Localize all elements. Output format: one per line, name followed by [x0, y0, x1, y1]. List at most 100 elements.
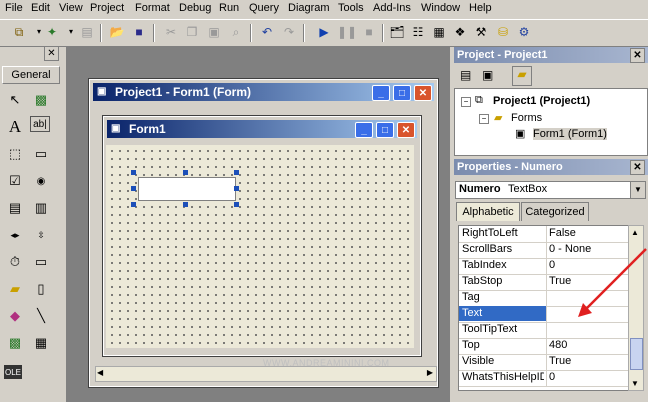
- menu-window[interactable]: Window: [421, 2, 460, 14]
- collapse-icon[interactable]: −: [461, 97, 471, 107]
- scroll-up-icon[interactable]: ▲: [631, 228, 639, 237]
- scroll-down-icon[interactable]: ▼: [631, 379, 639, 388]
- ole-tool-icon[interactable]: OLE: [4, 365, 22, 379]
- picturebox-tool-icon[interactable]: ▩: [30, 89, 52, 111]
- toolbox-tab-general[interactable]: General: [2, 66, 60, 84]
- menu-debug[interactable]: Debug: [179, 2, 211, 14]
- add-form-icon[interactable]: ✦: [43, 24, 61, 40]
- copy-icon[interactable]: ❐: [183, 24, 201, 40]
- form1-title-bar[interactable]: ▣ Form1 _ □ ✕: [107, 120, 417, 138]
- property-row[interactable]: WhatsThisHelpID 0: [459, 370, 629, 387]
- minimize-icon[interactable]: _: [355, 122, 373, 138]
- break-icon[interactable]: ❚❚: [337, 24, 357, 40]
- maximize-icon[interactable]: □: [376, 122, 394, 138]
- view-object-icon[interactable]: ▣: [482, 68, 493, 82]
- resize-handle[interactable]: [183, 170, 188, 175]
- property-row[interactable]: ToolTipText: [459, 322, 629, 339]
- designer-title-bar[interactable]: ▣ Project1 - Form1 (Form) _ □ ✕: [93, 83, 434, 101]
- dirlistbox-tool-icon[interactable]: ▰: [4, 278, 26, 300]
- data-tool-icon[interactable]: ▦: [30, 332, 52, 354]
- scroll-thumb[interactable]: [630, 338, 643, 370]
- property-row[interactable]: Visible True: [459, 354, 629, 371]
- save-project-icon[interactable]: ■: [130, 24, 148, 40]
- property-row[interactable]: RightToLeft False: [459, 226, 629, 243]
- line-tool-icon[interactable]: ╲: [30, 305, 52, 327]
- menu-format[interactable]: Format: [135, 2, 170, 14]
- chevron-down-icon[interactable]: ▼: [630, 182, 645, 198]
- object-selector[interactable]: Numero TextBox ▼: [455, 181, 646, 199]
- resize-handle[interactable]: [131, 202, 136, 207]
- end-icon[interactable]: ■: [360, 24, 378, 40]
- vscrollbar-tool-icon[interactable]: ⇳: [30, 224, 52, 246]
- resize-handle[interactable]: [183, 202, 188, 207]
- menu-tools[interactable]: Tools: [338, 2, 364, 14]
- find-icon[interactable]: ⌕: [227, 24, 245, 40]
- project-explorer-icon[interactable]: 🗂: [388, 24, 406, 40]
- menu-addins[interactable]: Add-Ins: [373, 2, 411, 14]
- add-project-icon[interactable]: ⧉: [10, 24, 28, 40]
- tree-project-node[interactable]: Project1 (Project1): [493, 95, 590, 107]
- start-icon[interactable]: ▶: [315, 24, 333, 40]
- close-icon[interactable]: ✕: [397, 122, 415, 138]
- checkbox-tool-icon[interactable]: ☑: [4, 170, 26, 192]
- data-view-icon[interactable]: ⛁: [494, 24, 512, 40]
- resize-handle[interactable]: [131, 186, 136, 191]
- resize-handle[interactable]: [234, 170, 239, 175]
- tab-categorized[interactable]: Categorized: [521, 202, 589, 221]
- frame-tool-icon[interactable]: ⬚: [4, 143, 26, 165]
- menu-view[interactable]: View: [59, 2, 83, 14]
- image-tool-icon[interactable]: ▩: [4, 332, 26, 354]
- menu-query[interactable]: Query: [249, 2, 279, 14]
- undo-icon[interactable]: ↶: [258, 24, 276, 40]
- close-icon[interactable]: ✕: [44, 46, 59, 61]
- close-icon[interactable]: ✕: [630, 48, 645, 63]
- minimize-icon[interactable]: _: [372, 85, 390, 101]
- textbox-tool-icon[interactable]: ab|: [30, 116, 50, 132]
- label-tool-icon[interactable]: A: [4, 116, 26, 138]
- drivelistbox-tool-icon[interactable]: ▭: [30, 251, 52, 273]
- scroll-left-icon[interactable]: ◀: [97, 368, 103, 377]
- resize-handle[interactable]: [131, 170, 136, 175]
- paste-icon[interactable]: ▣: [205, 24, 223, 40]
- properties-window-icon[interactable]: ☷: [409, 24, 427, 40]
- pointer-tool-icon[interactable]: ↖: [4, 89, 26, 111]
- form-layout-icon[interactable]: ▦: [430, 24, 448, 40]
- menu-editor-icon[interactable]: ▤: [78, 24, 96, 40]
- close-icon[interactable]: ✕: [414, 85, 432, 101]
- close-icon[interactable]: ✕: [630, 160, 645, 175]
- component-manager-icon[interactable]: ⚙: [515, 24, 533, 40]
- menu-file[interactable]: File: [5, 2, 23, 14]
- combobox-tool-icon[interactable]: ▤: [4, 197, 26, 219]
- hscrollbar-tool-icon[interactable]: ◂▸: [4, 224, 26, 246]
- menu-diagram[interactable]: Diagram: [288, 2, 330, 14]
- cut-icon[interactable]: ✂: [162, 24, 180, 40]
- object-browser-icon[interactable]: ❖: [451, 24, 469, 40]
- menu-project[interactable]: Project: [90, 2, 124, 14]
- listbox-tool-icon[interactable]: ▥: [30, 197, 52, 219]
- open-project-icon[interactable]: 📂: [108, 24, 126, 40]
- property-row[interactable]: Top 480: [459, 338, 629, 355]
- collapse-icon[interactable]: −: [479, 114, 489, 124]
- shape-tool-icon[interactable]: ◆: [4, 305, 26, 327]
- optionbutton-tool-icon[interactable]: ◉: [30, 170, 52, 192]
- horizontal-scrollbar[interactable]: ◀ ▶: [95, 366, 437, 382]
- commandbutton-tool-icon[interactable]: ▭: [30, 143, 52, 165]
- tree-forms-folder[interactable]: Forms: [511, 112, 542, 124]
- menu-help[interactable]: Help: [469, 2, 492, 14]
- toggle-folders-icon[interactable]: ▰: [512, 66, 532, 86]
- view-code-icon[interactable]: ▤: [460, 68, 471, 82]
- resize-handle[interactable]: [234, 186, 239, 191]
- scroll-right-icon[interactable]: ▶: [427, 368, 433, 377]
- numero-textbox[interactable]: [138, 177, 236, 201]
- filelistbox-tool-icon[interactable]: ▯: [30, 278, 52, 300]
- resize-handle[interactable]: [234, 202, 239, 207]
- menu-edit[interactable]: Edit: [31, 2, 50, 14]
- menu-run[interactable]: Run: [219, 2, 239, 14]
- toolbox-icon[interactable]: ⚒: [472, 24, 490, 40]
- maximize-icon[interactable]: □: [393, 85, 411, 101]
- timer-tool-icon[interactable]: ⏱: [4, 251, 26, 273]
- tab-alphabetic[interactable]: Alphabetic: [456, 202, 520, 221]
- redo-icon[interactable]: ↷: [280, 24, 298, 40]
- form-canvas[interactable]: [106, 145, 414, 348]
- tree-form1-node[interactable]: Form1 (Form1): [533, 128, 607, 140]
